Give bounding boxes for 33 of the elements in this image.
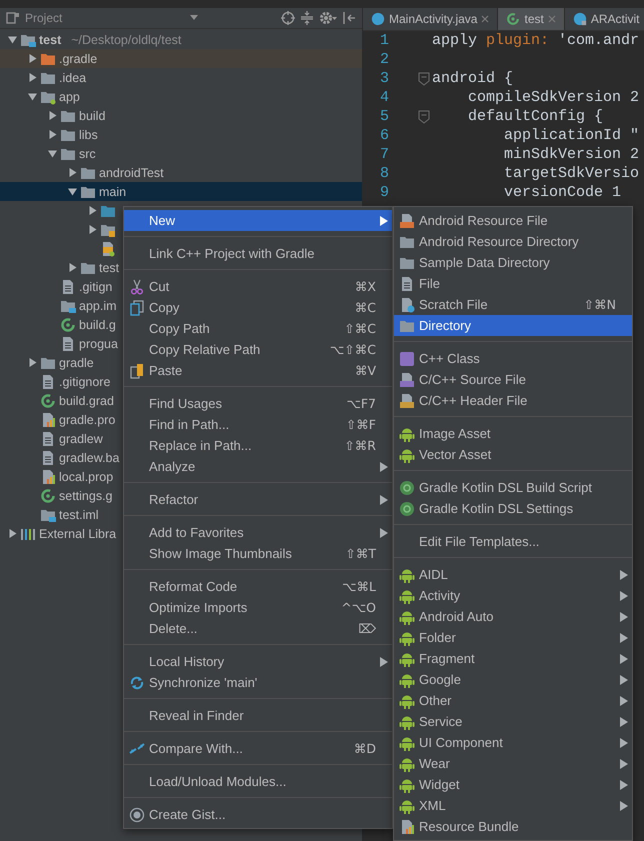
keyboard-shortcut: ⌦ [358,621,376,636]
line-number: 3 [378,70,389,87]
line-number: 8 [378,165,389,182]
keyboard-shortcut: ⇧⌘T [345,546,376,561]
project-path: ~/Desktop/oldlq/test [71,32,182,46]
line-number: 1 [378,32,389,49]
keyboard-shortcut: ⌥F7 [346,396,376,411]
line-number: 9 [378,184,389,201]
keyboard-shortcut: ⌘C [354,300,376,315]
code-line: android { [432,70,514,87]
keyboard-shortcut: ⌥⌘L [342,579,376,594]
line-number: 4 [378,89,389,106]
code-line: versionCode 1 [503,184,622,201]
line-number: 6 [378,127,389,144]
keyboard-shortcut: ⇧⌘F [346,417,376,432]
keyboard-shortcut: ^⌥O [341,600,376,615]
keyboard-shortcut: ⇧⌘C [344,321,376,336]
line-number: 5 [378,108,389,125]
keyboard-shortcut: ⌘X [354,279,376,294]
keyboard-shortcut: ⇧⌘N [584,297,616,312]
keyboard-shortcut: ⇧⌘R [344,438,376,453]
code-line: defaultConfig { [467,108,604,125]
keyboard-shortcut: ⌘D [354,741,376,756]
keyboard-shortcut: ⌥⇧⌘C [330,342,376,357]
line-number: 2 [378,51,389,68]
code-line: compileSdkVersion 2 [467,89,640,106]
line-number: 7 [378,146,389,163]
code-line: minSdkVersion 2 [503,146,640,163]
code-line: applicationId " [503,127,640,144]
code-line: apply plugin: 'com.andr [432,32,640,49]
panel-title: Project [25,11,64,25]
code-line: targetSdkVersio [503,165,640,182]
keyboard-shortcut: ⌘V [354,363,376,378]
